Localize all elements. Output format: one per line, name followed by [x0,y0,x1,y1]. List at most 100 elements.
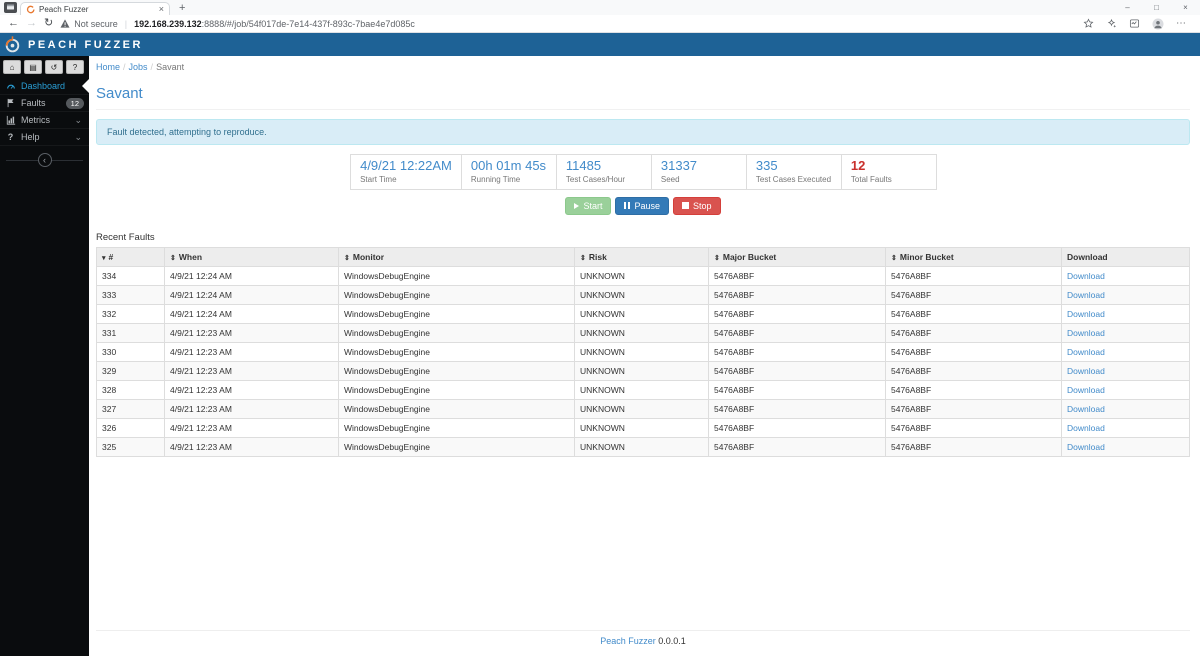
stat-start-time: 4/9/21 12:22AM Start Time [350,154,462,190]
download-link[interactable]: Download [1067,442,1105,452]
sidebar: ⌂ ▤ ↺ ? Dashboard Faults 12 Metrics ⌄ ? … [0,56,89,656]
peach-fuzzer-logo [5,36,20,53]
security-label: Not secure [74,18,118,29]
table-header-row: ▾ # ⇕ When ⇕ Monitor ⇕ Risk ⇕ Major Bucket ⇕ M… [96,246,1190,267]
browser-address-bar: ← → ↻ Not secure | 192.168.239.132:8888/… [0,15,1200,33]
collapse-chevron-icon[interactable]: ‹ [37,153,52,167]
fault-row: 331 4/9/21 12:23 AM WindowsDebugEngine UNKN… [96,322,1190,343]
maximize-button[interactable]: □ [1142,0,1171,15]
play-icon [574,202,580,209]
bar-chart-icon [5,115,16,125]
download-link[interactable]: Download [1067,385,1105,395]
fault-row: 328 4/9/21 12:23 AM WindowsDebugEngine UNKN… [96,379,1190,400]
sort-icon: ⇕ [891,254,897,262]
sidebar-item-metrics[interactable]: Metrics ⌄ [0,112,89,129]
col-risk[interactable]: ⇕ Risk [574,246,709,267]
minimize-button[interactable]: – [1113,0,1142,15]
brand-title: PEACH FUZZER [28,38,143,51]
url-divider: | [124,18,128,29]
footer-link[interactable]: Peach Fuzzer [600,636,656,646]
col-monitor[interactable]: ⇕ Monitor [338,246,575,267]
fault-row: 326 4/9/21 12:23 AM WindowsDebugEngine UNKN… [96,417,1190,438]
fault-row: 327 4/9/21 12:23 AM WindowsDebugEngine UNKN… [96,398,1190,419]
sort-desc-icon: ▾ [102,254,106,262]
start-button: Start [565,196,612,215]
sidebar-item-label: Metrics [21,115,50,125]
recent-faults-table: ▾ # ⇕ When ⇕ Monitor ⇕ Risk ⇕ Major Bucket ⇕ M… [96,246,1190,457]
download-link[interactable]: Download [1067,271,1105,281]
pause-icon [624,202,631,210]
col-number[interactable]: ▾ # [96,246,165,267]
status-alert: Fault detected, attempting to reproduce. [96,119,1190,145]
sort-icon: ⇕ [714,254,720,262]
stat-seed: 31337 Seed [650,154,747,190]
sidebar-collapse-control[interactable]: ‹ [0,152,89,168]
browser-essentials-icon[interactable] [1129,18,1140,29]
warning-icon [60,19,70,28]
breadcrumb: Home / Jobs / Savant [96,62,185,72]
col-major-bucket[interactable]: ⇕ Major Bucket [708,246,886,267]
download-link[interactable]: Download [1067,366,1105,376]
breadcrumb-current: Savant [156,62,185,72]
close-window-button[interactable]: × [1171,0,1200,15]
app-header: PEACH FUZZER [0,33,1200,56]
faults-count-badge: 12 [65,97,84,109]
breadcrumb-home-link[interactable]: Home [96,62,120,72]
fault-row: 329 4/9/21 12:23 AM WindowsDebugEngine UNKN… [96,360,1190,381]
breadcrumb-jobs-link[interactable]: Jobs [129,62,148,72]
tab-title: Peach Fuzzer [39,4,89,14]
stop-button[interactable]: Stop [673,196,721,215]
download-link[interactable]: Download [1067,290,1105,300]
sort-icon: ⇕ [344,254,350,262]
refresh-button[interactable]: ↻ [44,18,53,29]
chevron-down-icon: ⌄ [74,131,82,142]
browser-tab[interactable]: Peach Fuzzer × [20,2,170,15]
stat-test-cases-executed: 335 Test Cases Executed [745,154,842,190]
site-security-info[interactable]: Not secure [60,19,118,29]
sidebar-item-label: Dashboard [21,81,66,91]
profile-avatar[interactable] [1152,18,1164,30]
col-download: Download [1061,246,1190,267]
download-link[interactable]: Download [1067,328,1105,338]
page-title: Savant [96,85,1190,110]
download-link[interactable]: Download [1067,423,1105,433]
recent-faults-heading: Recent Faults [96,231,155,243]
question-icon: ? [7,132,14,142]
history-button[interactable]: ↺ [45,60,63,74]
browser-menu-button[interactable]: ⋯ [1176,18,1186,29]
main-content: Home / Jobs / Savant Savant Fault detected, … [89,56,1200,656]
stop-icon [682,202,690,210]
new-tab-button[interactable]: + [170,0,194,15]
sort-icon: ⇕ [170,254,176,262]
forward-button: → [26,17,37,29]
col-minor-bucket[interactable]: ⇕ Minor Bucket [885,246,1062,267]
download-link[interactable]: Download [1067,404,1105,414]
collections-icon[interactable] [1106,18,1117,29]
dashboard-gauge-icon [5,81,16,91]
help-button[interactable]: ? [66,60,84,74]
fault-row: 334 4/9/21 12:24 AM WindowsDebugEngine UNKN… [96,265,1190,286]
job-stats: 4/9/21 12:22AM Start Time 00h 01m 45s Ru… [96,154,1190,190]
docs-button[interactable]: ▤ [24,60,42,74]
favorites-star-icon[interactable] [1083,18,1094,29]
sidebar-item-faults[interactable]: Faults 12 [0,95,89,112]
tab-close-icon[interactable]: × [159,4,164,14]
pause-button[interactable]: Pause [615,196,670,215]
stat-total-faults: 12 Total Faults [840,154,937,190]
fault-row: 325 4/9/21 12:23 AM WindowsDebugEngine UNKN… [96,436,1190,457]
col-when[interactable]: ⇕ When [164,246,339,267]
sidebar-item-dashboard[interactable]: Dashboard [0,78,89,95]
stat-running-time: 00h 01m 45s Running Time [460,154,557,190]
sidebar-item-help[interactable]: ? Help ⌄ [0,129,89,146]
flag-icon [5,98,16,108]
fault-row: 333 4/9/21 12:24 AM WindowsDebugEngine UNKN… [96,284,1190,305]
home-button[interactable]: ⌂ [3,60,21,74]
tab-list-button[interactable] [0,0,20,15]
footer-version: 0.0.0.1 [658,636,686,646]
back-button[interactable]: ← [8,18,19,29]
download-link[interactable]: Download [1067,347,1105,357]
footer: Peach Fuzzer 0.0.0.1 [96,630,1190,656]
download-link[interactable]: Download [1067,309,1105,319]
job-controls: Start Pause Stop [96,196,1190,215]
url-text[interactable]: 192.168.239.132:8888/#/job/54f017de-7e14… [134,19,415,29]
